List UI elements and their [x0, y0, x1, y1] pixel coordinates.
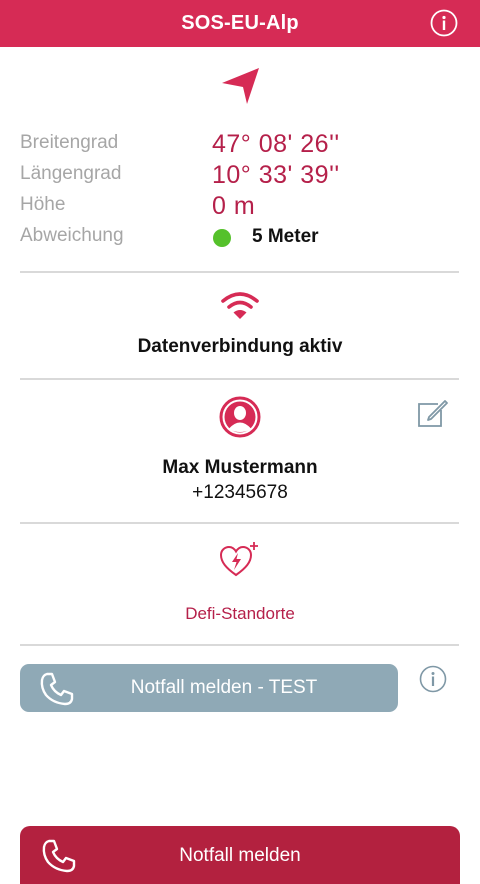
accuracy-status-dot — [213, 229, 231, 247]
info-circle-icon[interactable] — [419, 665, 447, 693]
divider — [20, 378, 459, 380]
connection-status: Datenverbindung aktiv — [137, 336, 343, 357]
accuracy-value: 5 Meter — [252, 226, 319, 247]
avatar-icon — [219, 396, 261, 438]
altitude-value: 0 m — [212, 192, 256, 220]
divider — [20, 271, 459, 273]
navigation-arrow-icon — [222, 68, 259, 104]
altitude-label: Höhe — [20, 194, 66, 215]
emergency-button[interactable]: Notfall melden — [20, 826, 460, 884]
test-emergency-label: Notfall melden - TEST — [130, 677, 318, 698]
emergency-label: Notfall melden — [179, 845, 301, 866]
info-circle-icon[interactable] — [430, 9, 458, 37]
longitude-value: 10° 33' 39'' — [212, 161, 340, 189]
app-header: SOS-EU-Alp — [0, 0, 480, 47]
app-title: SOS-EU-Alp — [181, 12, 299, 34]
accuracy-label: Abweichung — [20, 225, 124, 246]
test-emergency-button[interactable]: Notfall melden - TEST — [20, 664, 398, 712]
wifi-icon — [221, 292, 259, 319]
contact-phone: +12345678 — [192, 482, 288, 503]
heart-defibrillator-icon — [219, 542, 258, 577]
divider — [20, 644, 459, 646]
accuracy-row: Abweichung 5 Meter — [20, 223, 460, 253]
defi-locations-link[interactable]: Defi-Standorte — [0, 604, 480, 624]
latitude-label: Breitengrad — [20, 132, 119, 153]
latitude-row: Breitengrad 47° 08' 26'' — [20, 130, 460, 160]
edit-icon[interactable] — [416, 398, 448, 428]
longitude-row: Längengrad 10° 33' 39'' — [20, 161, 460, 191]
longitude-label: Längengrad — [20, 163, 122, 184]
altitude-row: Höhe 0 m — [20, 192, 460, 222]
divider — [20, 522, 459, 524]
latitude-value: 47° 08' 26'' — [212, 130, 340, 158]
app-screen: SOS-EU-Alp Breitengrad 47° 08' 26'' Läng… — [0, 0, 480, 884]
contact-name: Max Mustermann — [162, 457, 318, 478]
